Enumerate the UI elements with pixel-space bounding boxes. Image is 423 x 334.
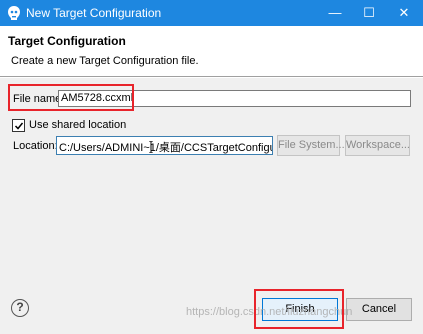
minimize-button[interactable]: — bbox=[318, 0, 352, 26]
wizard-header: Target Configuration Create a new Target… bbox=[0, 26, 423, 77]
maximize-button[interactable]: ☐ bbox=[352, 0, 386, 26]
finish-highlight-box bbox=[254, 289, 344, 329]
app-icon bbox=[8, 6, 20, 20]
use-shared-location-label: Use shared location bbox=[29, 119, 127, 131]
workspace-button[interactable]: Workspace... bbox=[345, 135, 410, 156]
close-button[interactable]: ✕ bbox=[387, 0, 421, 26]
file-name-highlight-box bbox=[8, 84, 134, 111]
window-titlebar: New Target Configuration — ☐ ✕ bbox=[0, 0, 423, 26]
checkmark-icon bbox=[14, 122, 24, 130]
use-shared-location-checkbox[interactable] bbox=[12, 119, 25, 132]
window-title: New Target Configuration bbox=[26, 6, 162, 20]
location-input[interactable]: C:/Users/ADMINI~1/桌面/CCSTargetConfigurat… bbox=[56, 136, 273, 155]
location-label: Location: bbox=[13, 140, 58, 152]
page-description: Create a new Target Configuration file. bbox=[11, 55, 199, 67]
file-system-button[interactable]: File System... bbox=[277, 135, 345, 156]
page-title: Target Configuration bbox=[8, 34, 126, 48]
cancel-button[interactable]: Cancel bbox=[346, 298, 412, 321]
text-cursor-icon bbox=[149, 141, 153, 153]
help-icon[interactable]: ? bbox=[11, 299, 29, 317]
